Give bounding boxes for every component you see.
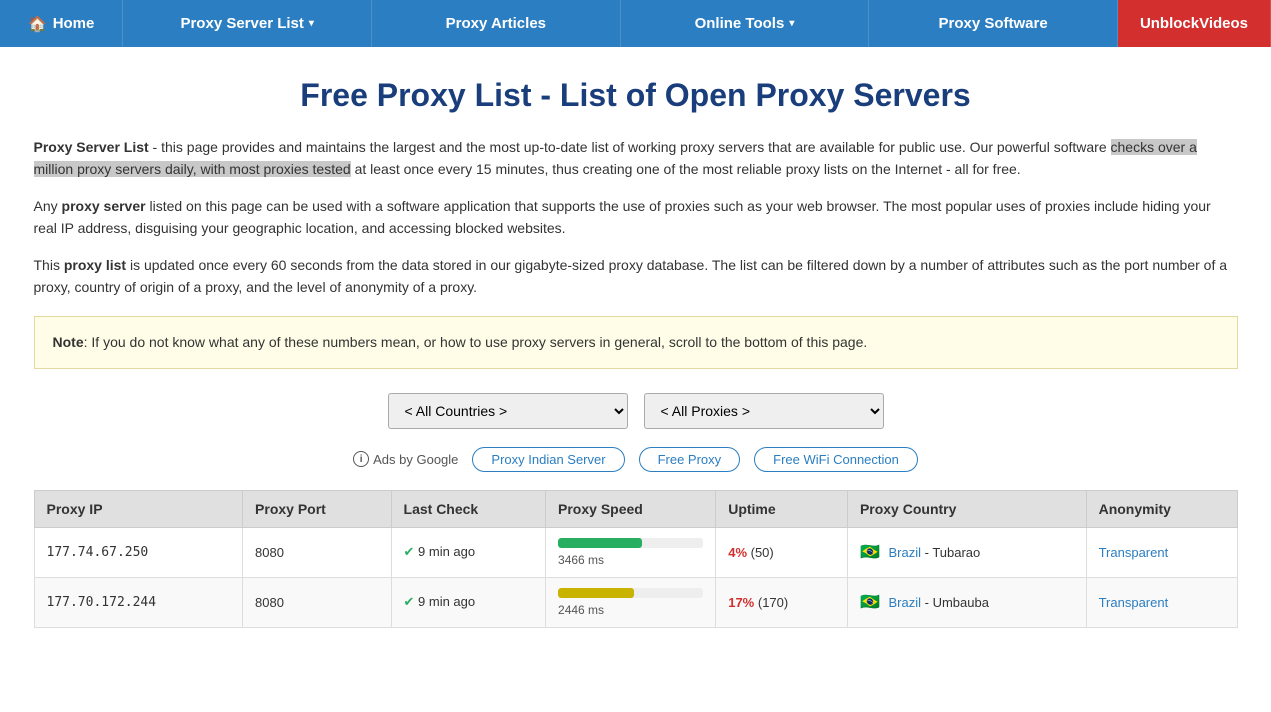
th-uptime: Uptime [716,490,848,527]
nav-proxy-articles-label: Proxy Articles [446,15,546,32]
ad-btn-free-proxy[interactable]: Free Proxy [639,447,741,472]
country-link[interactable]: Brazil [888,545,921,560]
cell-anonymity: Transparent [1086,577,1237,627]
nav-proxy-software-label: Proxy Software [939,15,1048,32]
ads-by-google-label: Ads by Google [373,452,458,467]
cell-country: 🇧🇷 Brazil - Tubarao [847,527,1086,577]
th-proxy-speed: Proxy Speed [546,490,716,527]
flag-icon: 🇧🇷 [860,544,880,561]
cell-speed: 3466 ms [546,527,716,577]
city-label: - Tubarao [925,545,981,560]
filter-section: < All Countries > < All Proxies > [34,393,1238,429]
table-body: 177.74.67.250 8080 ✔ 9 min ago 3466 ms 4… [34,527,1237,627]
table-header: Proxy IP Proxy Port Last Check Proxy Spe… [34,490,1237,527]
cell-speed: 2446 ms [546,577,716,627]
check-icon: ✔ [404,544,415,559]
note-box: Note: If you do not know what any of the… [34,316,1238,368]
cell-uptime: 17% (170) [716,577,848,627]
info-icon: i [353,451,369,467]
cell-port: 8080 [243,527,391,577]
uptime-value: 17% [728,595,754,610]
main-content: Free Proxy List - List of Open Proxy Ser… [16,47,1256,628]
note-body: : If you do not know what any of these n… [84,334,868,350]
th-proxy-ip: Proxy IP [34,490,243,527]
intro-2-pre: Any [34,198,62,214]
anonymity-link[interactable]: Transparent [1099,595,1169,610]
nav-proxy-articles[interactable]: Proxy Articles [372,0,621,47]
intro-paragraph-2: Any proxy server listed on this page can… [34,195,1238,240]
country-link[interactable]: Brazil [888,595,921,610]
online-tools-arrow-icon: ▾ [789,18,794,29]
nav-unblock-videos[interactable]: UnblockVideos [1118,0,1271,47]
nav-proxy-server-list[interactable]: Proxy Server List ▾ [123,0,372,47]
speed-bar-outer [558,538,703,548]
cell-anonymity: Transparent [1086,527,1237,577]
anonymity-link[interactable]: Transparent [1099,545,1169,560]
city-label: - Umbauba [925,595,989,610]
speed-bar-inner [558,538,642,548]
ad-btn-proxy-indian-server[interactable]: Proxy Indian Server [472,447,624,472]
cell-last-check: ✔ 9 min ago [391,527,546,577]
cell-port: 8080 [243,577,391,627]
proxy-table: Proxy IP Proxy Port Last Check Proxy Spe… [34,490,1238,628]
ads-label: i Ads by Google [353,451,458,467]
nav-home-label: Home [53,15,95,32]
proxies-select[interactable]: < All Proxies > [644,393,884,429]
intro-3-bold: proxy list [64,257,126,273]
intro-1-bold: Proxy Server List [34,139,149,155]
table-row: 177.70.172.244 8080 ✔ 9 min ago 2446 ms … [34,577,1237,627]
th-proxy-port: Proxy Port [243,490,391,527]
main-nav: 🏠 Home Proxy Server List ▾ Proxy Article… [0,0,1271,47]
check-icon: ✔ [404,594,415,609]
flag-icon: 🇧🇷 [860,594,880,611]
note-bold: Note [53,334,84,350]
nav-unblock-videos-label: UnblockVideos [1140,15,1248,32]
ads-section: i Ads by Google Proxy Indian Server Free… [34,447,1238,472]
nav-proxy-server-list-label: Proxy Server List [180,15,303,32]
cell-ip: 177.70.172.244 [34,577,243,627]
intro-1-post: at least once every 15 minutes, thus cre… [351,161,1021,177]
nav-home[interactable]: 🏠 Home [0,0,123,47]
nav-proxy-software[interactable]: Proxy Software [869,0,1118,47]
nav-online-tools-label: Online Tools [695,15,785,32]
speed-bar-inner [558,588,634,598]
intro-section: Proxy Server List - this page provides a… [34,136,1238,298]
table-row: 177.74.67.250 8080 ✔ 9 min ago 3466 ms 4… [34,527,1237,577]
home-icon: 🏠 [28,15,47,33]
page-title: Free Proxy List - List of Open Proxy Ser… [34,77,1238,114]
intro-paragraph-1: Proxy Server List - this page provides a… [34,136,1238,181]
intro-2-body: listed on this page can be used with a s… [34,198,1211,236]
ad-btn-free-wifi[interactable]: Free WiFi Connection [754,447,918,472]
intro-1-body: - this page provides and maintains the l… [149,139,1111,155]
speed-label: 2446 ms [558,603,604,617]
th-last-check: Last Check [391,490,546,527]
speed-bar-outer [558,588,703,598]
cell-last-check: ✔ 9 min ago [391,577,546,627]
intro-3-body: is updated once every 60 seconds from th… [34,257,1228,295]
nav-online-tools[interactable]: Online Tools ▾ [621,0,870,47]
intro-2-bold: proxy server [62,198,146,214]
cell-ip: 177.74.67.250 [34,527,243,577]
cell-country: 🇧🇷 Brazil - Umbauba [847,577,1086,627]
cell-uptime: 4% (50) [716,527,848,577]
th-proxy-country: Proxy Country [847,490,1086,527]
proxy-ip: 177.74.67.250 [47,545,149,560]
uptime-value: 4% [728,545,747,560]
intro-paragraph-3: This proxy list is updated once every 60… [34,254,1238,299]
proxy-server-list-arrow-icon: ▾ [309,18,314,29]
countries-select[interactable]: < All Countries > [388,393,628,429]
proxy-ip: 177.70.172.244 [47,595,157,610]
th-anonymity: Anonymity [1086,490,1237,527]
speed-label: 3466 ms [558,553,604,567]
intro-3-pre: This [34,257,64,273]
